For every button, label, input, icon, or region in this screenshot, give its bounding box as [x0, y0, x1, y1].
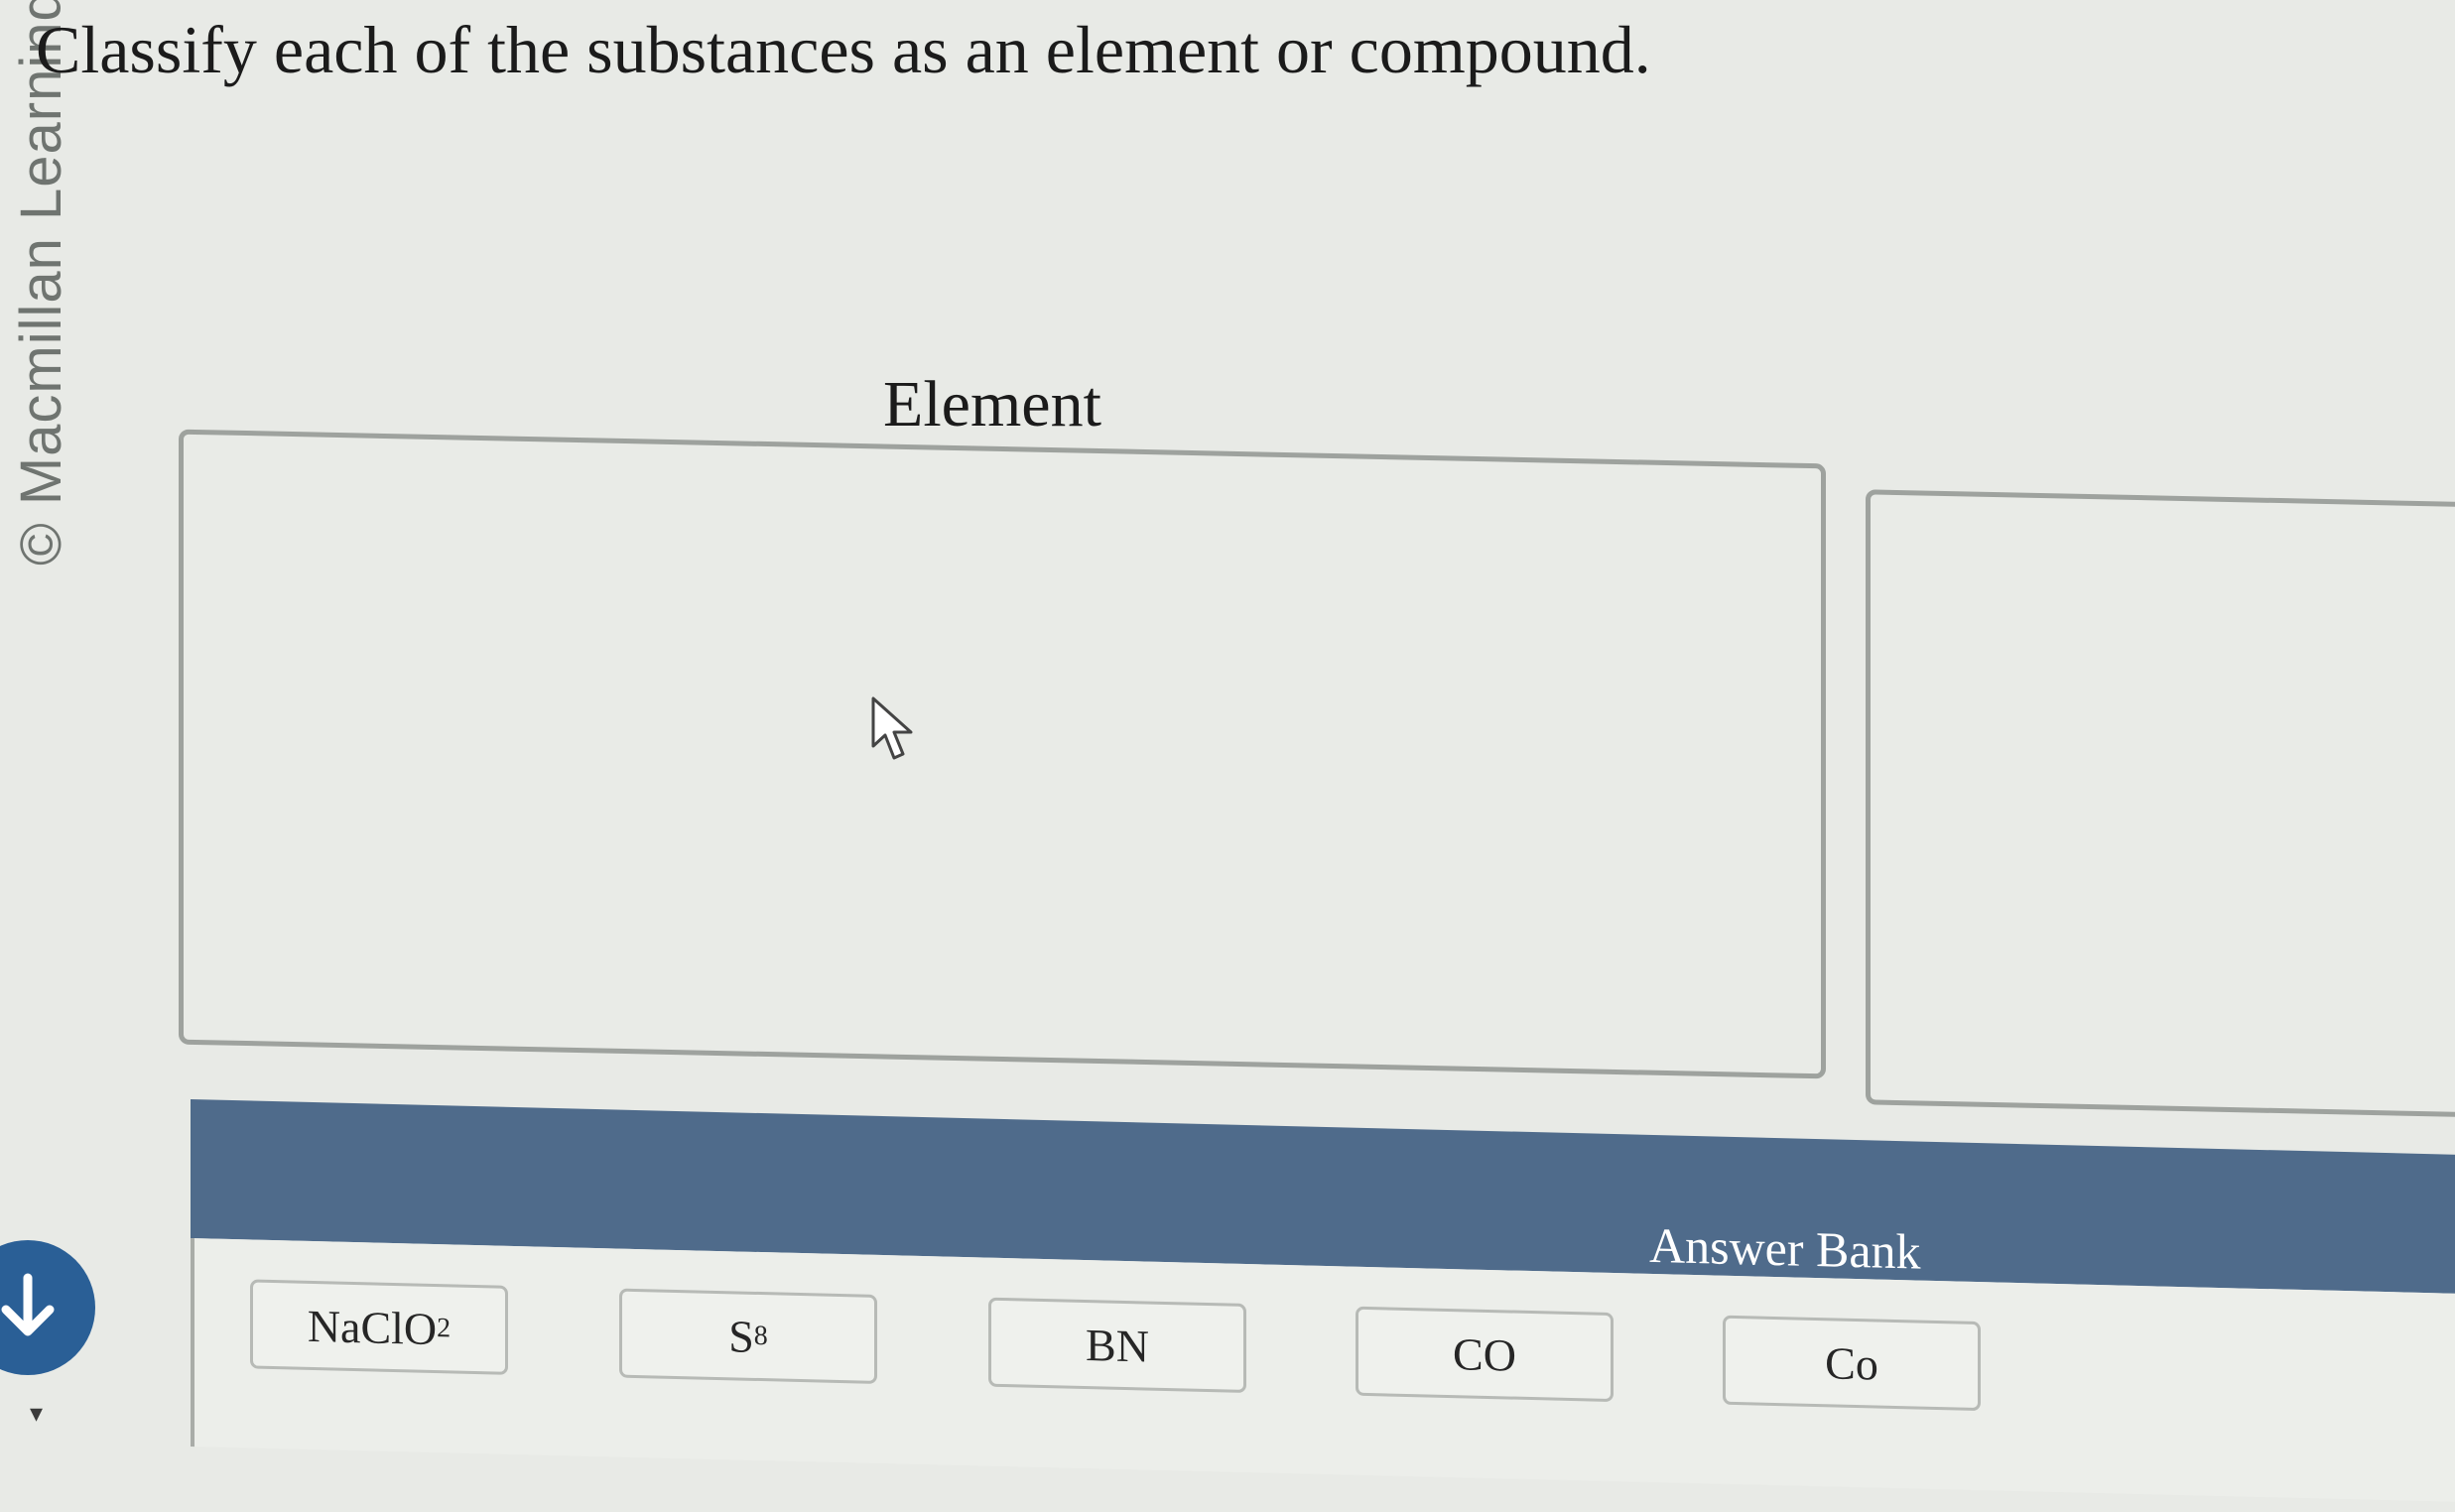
compound-drop-zone[interactable] [1866, 489, 2455, 1118]
tile-s8[interactable]: S8 [619, 1288, 877, 1384]
mouse-pointer-icon [871, 696, 913, 760]
tile-subscript: 2 [437, 1313, 452, 1344]
arrow-down-icon [1, 1273, 55, 1336]
question-prompt: Classify each of the substances as an el… [36, 12, 1651, 87]
tile-cobalt[interactable]: Co [1723, 1315, 1981, 1412]
tile-label: Co [1825, 1336, 1878, 1390]
answer-bank-title: Answer Bank [1649, 1216, 1921, 1280]
tile-label: BN [1086, 1319, 1149, 1372]
tile-bn[interactable]: BN [988, 1297, 1246, 1394]
tile-co[interactable]: CO [1356, 1306, 1614, 1403]
answer-bank: Answer Bank NaClO 2 S8 BN CO Co [191, 1099, 2455, 1512]
scroll-down-button[interactable] [0, 1240, 95, 1375]
tile-label: CO [1453, 1327, 1516, 1381]
watermark-strip: © Macmillan Learning [0, 0, 64, 873]
caret-down-icon[interactable]: ▾ [30, 1399, 43, 1429]
tile-subscript: 8 [753, 1320, 768, 1352]
tile-label: NaClO [307, 1300, 438, 1354]
tile-naclo2[interactable]: NaClO 2 [250, 1279, 508, 1375]
element-zone-title: Element [883, 368, 1101, 441]
element-drop-zone[interactable] [179, 429, 1826, 1079]
tile-label: S [728, 1310, 754, 1362]
